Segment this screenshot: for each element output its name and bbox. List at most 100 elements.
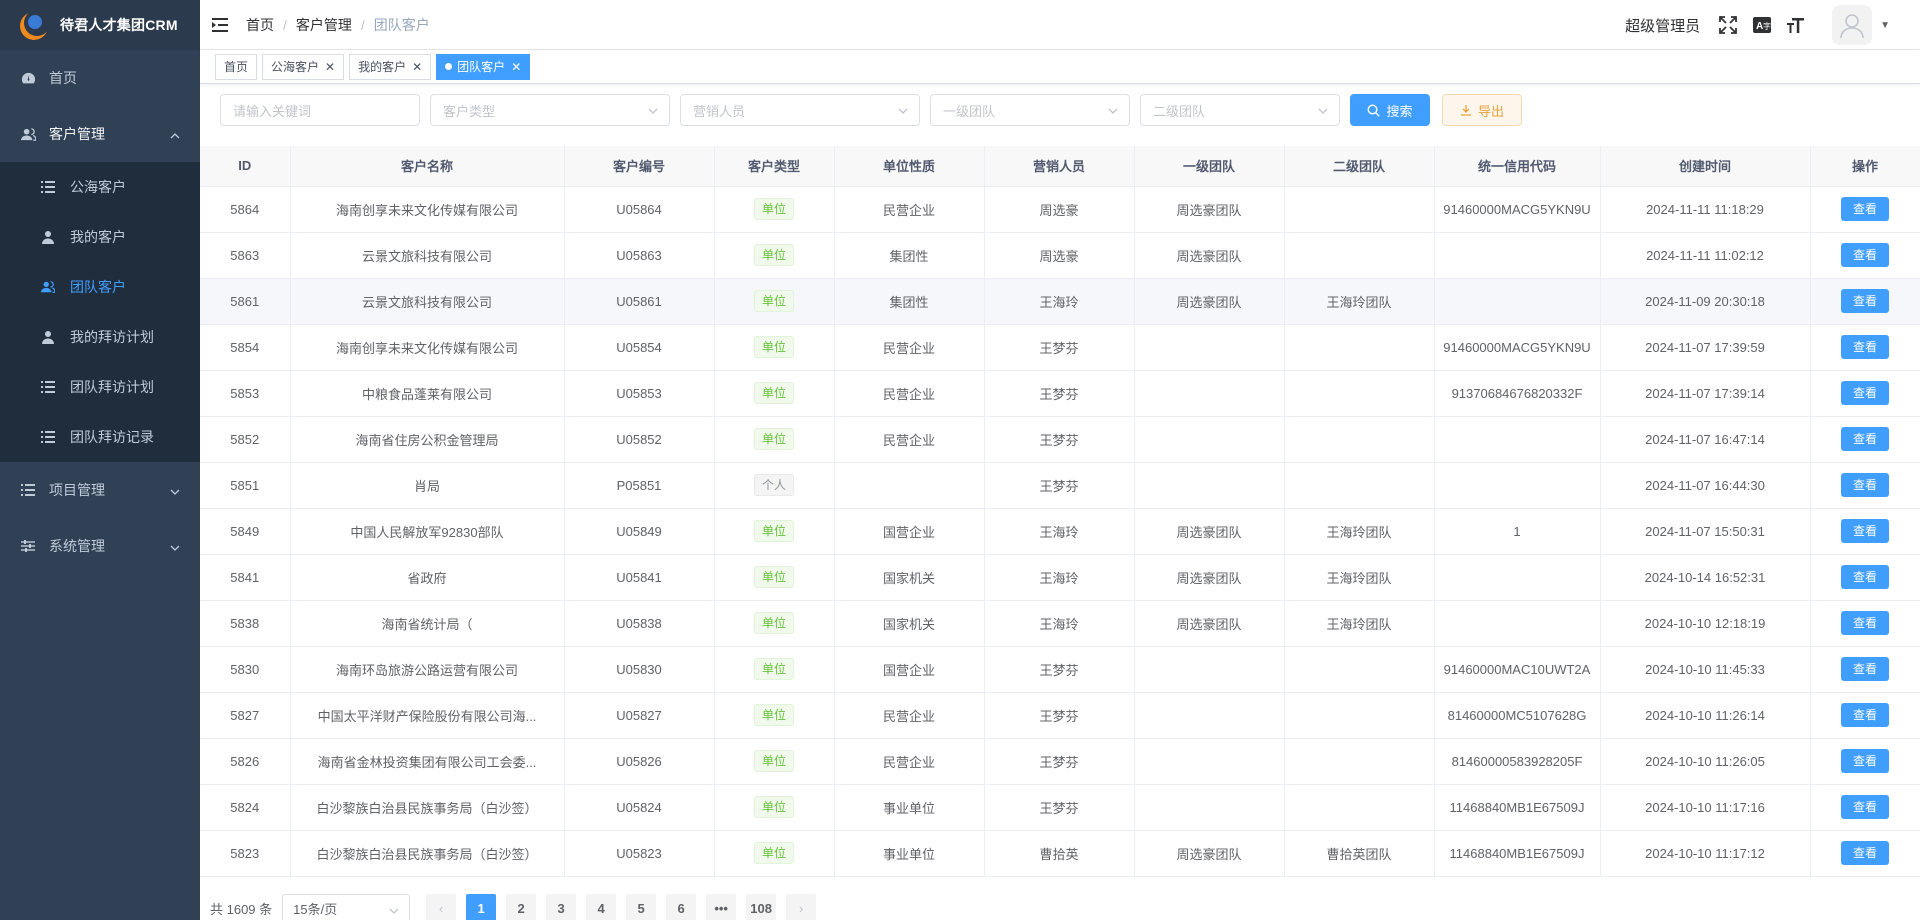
sales-person-select[interactable]: 营销人员 — [680, 94, 920, 126]
page-button[interactable]: 3 — [546, 894, 577, 920]
view-button[interactable]: 查看 — [1841, 795, 1889, 819]
sidebar-item-customers[interactable]: 客户管理 — [0, 106, 200, 162]
view-button[interactable]: 查看 — [1841, 611, 1889, 635]
action-cell: 查看 — [1810, 508, 1920, 555]
sidebar-item-my-customers[interactable]: 我的客户 — [0, 212, 200, 262]
tag-my-customers[interactable]: 我的客户 ✕ — [349, 53, 432, 80]
table-cell — [1134, 784, 1285, 831]
view-button[interactable]: 查看 — [1841, 473, 1889, 497]
breadcrumb: 首页 / 客户管理 / 团队客户 — [246, 15, 430, 35]
customer-type-badge: 单位 — [753, 612, 794, 634]
table-row[interactable]: 5841 省政府 U05841 单位 国家机关 王海玲 周选豪团队 王海玲团队 2024-10-… — [200, 554, 1920, 601]
table-row[interactable]: 5849 中国人民解放军92830部队 U05849 单位 国营企业 王海玲 周选豪团队 王海… — [200, 508, 1920, 555]
table-row[interactable]: 5830 海南环岛旅游公路运营有限公司 U05830 单位 国营企业 王梦芬 9146000… — [200, 646, 1920, 693]
team-level1-select[interactable]: 一级团队 — [930, 94, 1130, 126]
next-page-button[interactable]: › — [786, 894, 817, 920]
table-row[interactable]: 5864 海南创享未来文化传媒有限公司 U05864 单位 民营企业 周选豪 周选豪团队 91… — [200, 186, 1920, 233]
table-cell: 5830 — [200, 646, 291, 693]
table-row[interactable]: 5851 肖局 P05851 个人 王梦芬 2024-11-07 16:44:30 查看 — [200, 462, 1920, 509]
table-row[interactable]: 5853 中粮食品蓬莱有限公司 U05853 单位 民营企业 王梦芬 91370684676… — [200, 370, 1920, 417]
customer-type-cell: 单位 — [714, 232, 835, 279]
table-row[interactable]: 5861 云景文旅科技有限公司 U05861 单位 集团性 王海玲 周选豪团队 王海玲团队 20… — [200, 278, 1920, 325]
svg-text:字: 字 — [1763, 21, 1771, 31]
column-header: 客户编号 — [564, 146, 715, 187]
table-row[interactable]: 5823 白沙黎族白治县民族事务局（白沙签） U05823 单位 事业单位 曹拾英 周选豪团… — [200, 830, 1920, 877]
page-button[interactable]: 1 — [466, 894, 497, 920]
page-button[interactable]: 2 — [506, 894, 537, 920]
table-cell: 周选豪 — [984, 232, 1135, 279]
app-logo[interactable]: 待君人才集团CRM — [0, 0, 200, 50]
sidebar-item-my-visit-plan[interactable]: 我的拜访计划 — [0, 312, 200, 362]
view-button[interactable]: 查看 — [1841, 243, 1889, 267]
table-cell: U05827 — [564, 692, 715, 739]
sidebar-item-team-customers[interactable]: 团队客户 — [0, 262, 200, 312]
table-cell: 海南创享未来文化传媒有限公司 — [290, 324, 565, 371]
prev-page-button[interactable]: ‹ — [426, 894, 457, 920]
sidebar-item-projects[interactable]: 项目管理 — [0, 462, 200, 518]
page-button[interactable]: 4 — [586, 894, 617, 920]
customer-type-cell: 单位 — [714, 830, 835, 877]
keyword-input[interactable]: 请输入关键词 — [220, 94, 420, 126]
view-button[interactable]: 查看 — [1841, 519, 1889, 543]
tag-team-customers[interactable]: 团队客户 ✕ — [436, 53, 531, 80]
page-size-select[interactable]: 15条/页 — [282, 894, 411, 920]
view-button[interactable]: 查看 — [1841, 565, 1889, 589]
table-cell: 海南环岛旅游公路运营有限公司 — [290, 646, 565, 693]
table-row[interactable]: 5838 海南省统计局（ U05838 单位 国家机关 王海玲 周选豪团队 王海玲团队 2024… — [200, 600, 1920, 647]
view-button[interactable]: 查看 — [1841, 335, 1889, 359]
sidebar-item-team-visit-records[interactable]: 团队拜访记录 — [0, 412, 200, 462]
view-button[interactable]: 查看 — [1841, 197, 1889, 221]
team-level2-select[interactable]: 二级团队 — [1140, 94, 1340, 126]
view-button[interactable]: 查看 — [1841, 289, 1889, 313]
menu-toggle-icon[interactable] — [196, 0, 246, 50]
table-cell — [834, 462, 985, 509]
table-row[interactable]: 5863 云景文旅科技有限公司 U05863 单位 集团性 周选豪 周选豪团队 2024-11… — [200, 232, 1920, 279]
table-cell: 2024-10-10 12:18:19 — [1600, 600, 1811, 647]
close-icon[interactable]: ✕ — [325, 55, 335, 79]
table-row[interactable]: 5826 海南省金林投资集团有限公司工会委... U05826 单位 民营企业 王梦芬 81… — [200, 738, 1920, 785]
view-button[interactable]: 查看 — [1841, 841, 1889, 865]
close-icon[interactable]: ✕ — [511, 55, 521, 79]
table-cell: 海南省金林投资集团有限公司工会委... — [290, 738, 565, 785]
page-button[interactable]: 6 — [666, 894, 697, 920]
view-button[interactable]: 查看 — [1841, 657, 1889, 681]
avatar[interactable] — [1832, 5, 1873, 45]
table-cell — [1434, 554, 1601, 601]
tag-public-customers[interactable]: 公海客户 ✕ — [262, 53, 345, 80]
fullscreen-icon[interactable] — [1718, 15, 1738, 35]
more-pages-button[interactable]: ••• — [706, 894, 737, 920]
customer-type-select[interactable]: 客户类型 — [430, 94, 670, 126]
close-icon[interactable]: ✕ — [412, 55, 422, 79]
table-cell: 81460000MC5107628G — [1434, 692, 1601, 739]
sidebar-item-system[interactable]: 系统管理 — [0, 518, 200, 574]
page-button[interactable]: 5 — [626, 894, 657, 920]
tag-home[interactable]: 首页 — [215, 53, 258, 80]
font-size-icon[interactable] — [1786, 15, 1806, 35]
caret-down-icon[interactable]: ▼ — [1880, 20, 1890, 31]
view-button[interactable]: 查看 — [1841, 749, 1889, 773]
translate-icon[interactable]: A字 — [1752, 15, 1772, 35]
table-row[interactable]: 5854 海南创享未来文化传媒有限公司 U05854 单位 民营企业 王梦芬 9146000… — [200, 324, 1920, 371]
table-row[interactable]: 5827 中国太平洋财产保险股份有限公司海... U05827 单位 民营企业 王梦芬 81… — [200, 692, 1920, 739]
table-cell — [1134, 324, 1285, 371]
table-cell: 民营企业 — [834, 416, 985, 463]
search-button[interactable]: 搜索 — [1350, 94, 1430, 126]
customer-type-badge: 单位 — [753, 796, 794, 818]
sidebar-item-home[interactable]: 首页 — [0, 50, 200, 106]
sidebar-item-team-visit-plan[interactable]: 团队拜访计划 — [0, 362, 200, 412]
export-button[interactable]: 导出 — [1442, 94, 1522, 126]
action-cell: 查看 — [1810, 600, 1920, 647]
table-cell: 国家机关 — [834, 554, 985, 601]
table-row[interactable]: 5852 海南省住房公积金管理局 U05852 单位 民营企业 王梦芬 2024-11-07… — [200, 416, 1920, 463]
sidebar-item-public-customers[interactable]: 公海客户 — [0, 162, 200, 212]
breadcrumb-home[interactable]: 首页 — [246, 15, 274, 35]
view-button[interactable]: 查看 — [1841, 427, 1889, 451]
table-row[interactable]: 5824 白沙黎族白治县民族事务局（白沙签） U05824 单位 事业单位 王梦芬 1146… — [200, 784, 1920, 831]
view-button[interactable]: 查看 — [1841, 703, 1889, 727]
view-button[interactable]: 查看 — [1841, 381, 1889, 405]
customer-type-badge: 单位 — [753, 244, 794, 266]
column-header: 单位性质 — [834, 146, 985, 187]
page-button[interactable]: 108 — [746, 894, 777, 920]
breadcrumb-customers[interactable]: 客户管理 — [296, 15, 352, 35]
table-cell: 5851 — [200, 462, 291, 509]
